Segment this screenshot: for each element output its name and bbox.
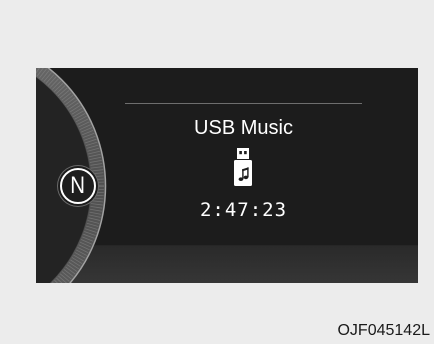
gear-indicator: N bbox=[60, 168, 96, 204]
divider-line bbox=[125, 103, 362, 104]
cluster-display: N USB Music 2:47:23 bbox=[36, 68, 418, 283]
media-info: USB Music 2:47:23 bbox=[125, 68, 362, 245]
gear-letter: N bbox=[70, 172, 86, 199]
usb-music-icon bbox=[234, 148, 252, 186]
figure-code: OJF045142L bbox=[337, 322, 430, 339]
play-time: 2:47:23 bbox=[199, 199, 288, 221]
source-title: USB Music bbox=[194, 117, 293, 139]
page: N USB Music 2:47:23 OJF045142L bbox=[0, 0, 434, 344]
